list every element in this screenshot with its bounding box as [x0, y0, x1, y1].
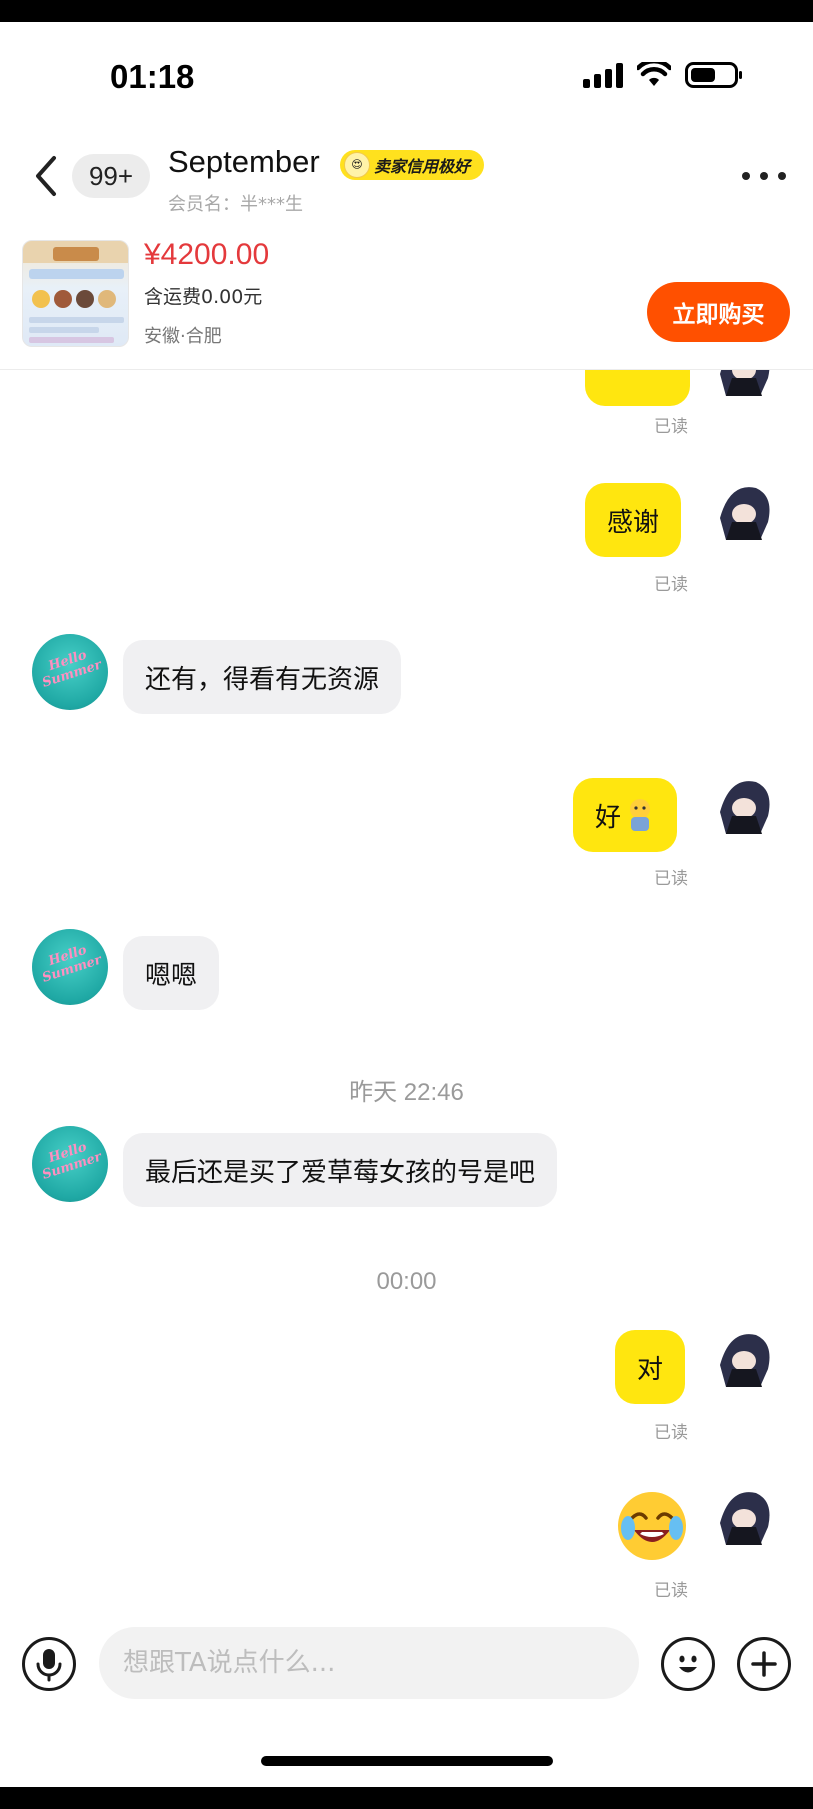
more-dots-icon[interactable]	[742, 168, 786, 184]
read-receipt: 已读	[654, 417, 688, 437]
message-timestamp: 00:00	[376, 1268, 437, 1295]
my-avatar[interactable]	[710, 1325, 776, 1391]
plus-icon[interactable]	[737, 1637, 791, 1691]
message-bubble-incoming[interactable]: 还有，得看有无资源	[123, 640, 402, 714]
microphone-icon[interactable]	[22, 1637, 76, 1691]
unread-count-badge[interactable]: 99+	[72, 154, 150, 198]
home-indicator[interactable]	[261, 1756, 553, 1766]
laughing-crying-emoji[interactable]	[614, 1488, 690, 1564]
read-receipt: 已读	[654, 575, 688, 595]
smiley-icon[interactable]	[661, 1637, 715, 1691]
message-bubble-outgoing[interactable]: 感谢	[585, 483, 682, 557]
chevron-left-icon[interactable]	[28, 152, 64, 200]
my-avatar[interactable]	[710, 1483, 776, 1549]
message-bubble-outgoing[interactable]	[585, 370, 690, 406]
message-bubble-incoming[interactable]: 嗯嗯	[123, 936, 220, 1010]
bottom-edge	[0, 1787, 813, 1809]
message-input[interactable]	[99, 1627, 639, 1699]
signal-icon	[583, 62, 623, 88]
wifi-icon	[637, 62, 671, 86]
contact-avatar[interactable]: Hello Summer	[32, 634, 108, 710]
read-receipt: 已读	[654, 1423, 688, 1443]
contact-avatar[interactable]: Hello Summer	[32, 1126, 108, 1202]
my-avatar[interactable]	[710, 478, 776, 544]
product-shipping: 含运费0.00元	[144, 286, 263, 308]
top-edge	[0, 0, 813, 22]
hello-summer-avatar-art: Hello Summer	[40, 1139, 104, 1183]
chat-message-list[interactable]: 已读 感谢 已读 Hello Summer 还有，得看有无资源 好 已读 Hel…	[0, 370, 813, 1620]
heart-eyes-icon: 😍	[344, 152, 370, 178]
contact-avatar[interactable]: Hello Summer	[32, 929, 108, 1005]
message-bubble-outgoing[interactable]: 对	[615, 1330, 686, 1404]
buy-now-button[interactable]: 立即购买	[647, 282, 790, 342]
message-bubble-outgoing[interactable]: 好	[573, 778, 678, 852]
message-bubble-incoming[interactable]: 最后还是买了爱草莓女孩的号是吧	[123, 1133, 558, 1207]
my-avatar[interactable]	[710, 772, 776, 838]
status-icons	[583, 62, 743, 88]
product-location: 安徽·合肥	[144, 326, 222, 347]
status-time: 01:18	[110, 58, 195, 95]
product-price: ¥4200.00	[144, 238, 270, 271]
message-text: 好	[595, 802, 622, 833]
hello-summer-avatar-art: Hello Summer	[40, 647, 104, 691]
read-receipt: 已读	[654, 1581, 688, 1601]
member-name: 会员名：半***生	[168, 194, 303, 215]
hello-summer-avatar-art: Hello Summer	[40, 942, 104, 986]
credit-badge-label: 卖家信用极好	[374, 157, 471, 176]
seller-credit-badge[interactable]: 😍 卖家信用极好	[340, 150, 485, 180]
message-timestamp: 昨天 22:46	[349, 1079, 464, 1106]
read-receipt: 已读	[654, 869, 688, 889]
small-emoji-sticker	[630, 799, 651, 831]
contact-name[interactable]: September	[168, 144, 320, 180]
battery-icon	[685, 62, 742, 88]
my-avatar[interactable]	[710, 370, 776, 400]
product-thumbnail[interactable]	[22, 240, 129, 347]
